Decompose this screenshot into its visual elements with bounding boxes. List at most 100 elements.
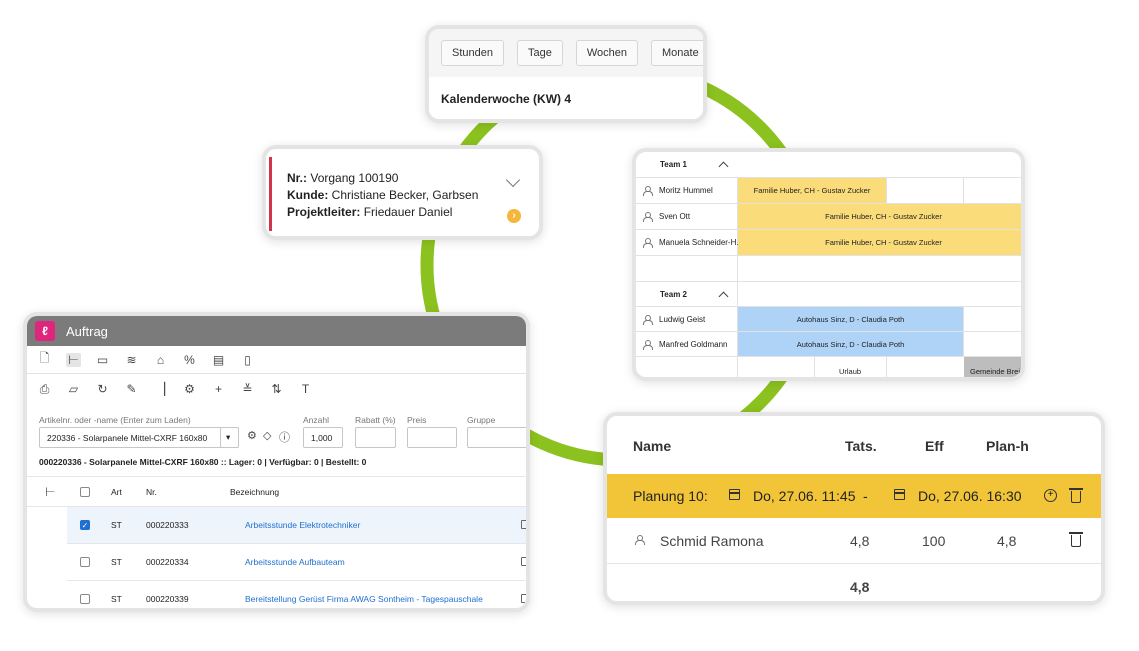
tab-toolbar: 🗋 ⊢ ▭ ≋ ⌂ % ▤ ▯ bbox=[27, 346, 526, 374]
person-icon bbox=[643, 212, 653, 222]
tree-structure-icon[interactable]: ⊢ bbox=[45, 485, 55, 499]
rabatt-label: Rabatt (%) bbox=[355, 415, 396, 425]
monate-button[interactable]: Monate bbox=[651, 40, 703, 66]
table-row[interactable]: ST 000220339 Bereitstellung Gerüst Firma… bbox=[67, 581, 526, 608]
kunde-label: Kunde: bbox=[287, 188, 329, 202]
urlaub-bar[interactable]: Urlaub bbox=[814, 364, 886, 377]
project-kunde: Kunde: Christiane Becker, Garbsen bbox=[287, 188, 478, 202]
person-name: Schmid Ramona bbox=[660, 533, 764, 549]
trash-icon[interactable] bbox=[1069, 488, 1083, 503]
sort-icon[interactable]: ⇅ bbox=[269, 382, 284, 396]
text-size-icon[interactable]: T bbox=[298, 382, 313, 396]
planning-row[interactable]: Planung 10: Do, 27.06. 11:45 - Do, 27.06… bbox=[607, 474, 1101, 518]
person-icon bbox=[643, 340, 653, 350]
pencil-icon[interactable]: ✎ bbox=[124, 382, 139, 396]
leiter-label: Projektleiter: bbox=[287, 205, 361, 219]
plus-icon[interactable]: + bbox=[211, 382, 226, 396]
person-name: Ludwig Geist bbox=[659, 315, 706, 324]
row-art: ST bbox=[111, 594, 122, 604]
add-circle-icon[interactable]: + bbox=[1044, 489, 1057, 502]
person-row: Schmid Ramona 4,8 100 4,8 bbox=[607, 518, 1101, 564]
select-all-checkbox[interactable] bbox=[80, 487, 90, 497]
table-row[interactable]: ST 000220334 Arbeitsstunde Aufbauteam bbox=[67, 544, 526, 581]
team2-header[interactable]: Team 2 bbox=[636, 282, 1021, 307]
box-icon[interactable]: ◇ bbox=[263, 429, 271, 442]
booking-bar[interactable]: Autohaus Sinz, D - Claudia Poth bbox=[738, 332, 963, 356]
gruppe-input[interactable] bbox=[467, 427, 526, 448]
row-checkbox[interactable]: ✓ bbox=[80, 520, 90, 530]
refresh-icon[interactable]: ↻ bbox=[95, 382, 110, 396]
table-row[interactable]: ✓ ST 000220333 Arbeitsstunde Elektrotech… bbox=[67, 507, 526, 544]
info-icon[interactable]: ⓘ bbox=[279, 429, 290, 445]
chevron-down-icon[interactable] bbox=[505, 172, 521, 188]
row-checkbox[interactable] bbox=[80, 557, 90, 567]
person-icon bbox=[643, 315, 653, 325]
file-text-icon[interactable]: ▤ bbox=[211, 353, 226, 367]
booking-bar[interactable]: Familie Huber, CH - Gustav Zucker bbox=[738, 230, 1021, 255]
team1-header[interactable]: Team 1 bbox=[636, 152, 1021, 178]
app-logo: ℓ bbox=[35, 321, 55, 341]
gruppe-label: Gruppe bbox=[467, 415, 496, 425]
edit-icon[interactable] bbox=[521, 594, 526, 603]
document-icon[interactable]: 🗋 bbox=[37, 349, 52, 370]
print-icon[interactable]: ⎙ bbox=[37, 382, 52, 397]
person-icon bbox=[635, 535, 645, 545]
team-scheduler-card: Team 1 Moritz Hummel Familie Huber, CH -… bbox=[632, 148, 1025, 381]
row-bezeichnung[interactable]: Bereitstellung Gerüst Firma AWAG Sonthei… bbox=[245, 594, 483, 604]
window-title: Auftrag bbox=[66, 323, 108, 339]
calendar-icon[interactable] bbox=[729, 489, 740, 500]
calendar-icon[interactable] bbox=[894, 489, 905, 500]
chevron-up-icon[interactable] bbox=[718, 161, 729, 172]
row-checkbox[interactable] bbox=[80, 594, 90, 604]
layers-icon[interactable]: ≚ bbox=[240, 382, 255, 396]
anzahl-input[interactable]: 1,000 bbox=[303, 427, 343, 448]
booking-bar[interactable]: Familie Huber, CH - Gustav Zucker bbox=[738, 204, 1021, 229]
rabatt-input[interactable] bbox=[355, 427, 396, 448]
person-eff: 100 bbox=[922, 533, 946, 549]
view-mode-toolbar: Stunden Tage Wochen Monate bbox=[429, 29, 703, 77]
row-bezeichnung[interactable]: Arbeitsstunde Elektrotechniker bbox=[245, 520, 360, 530]
plan-dash: - bbox=[863, 488, 868, 504]
sum-tats: 4,8 bbox=[850, 579, 870, 595]
gear-icon[interactable]: ⚙ bbox=[247, 429, 257, 442]
chevron-up-icon[interactable] bbox=[718, 291, 729, 302]
wochen-button[interactable]: Wochen bbox=[575, 40, 638, 66]
project-info-card[interactable]: Nr.: Vorgang 100190 Kunde: Christiane Be… bbox=[262, 145, 543, 240]
col-art[interactable]: Art bbox=[111, 487, 122, 497]
arrow-right-circle-icon[interactable]: › bbox=[507, 209, 521, 223]
thermometer-icon[interactable]: ▕ bbox=[153, 382, 168, 396]
contact-card-icon[interactable]: ▭ bbox=[95, 353, 110, 367]
trash-icon[interactable] bbox=[1069, 532, 1083, 547]
booking-bar[interactable]: Gemeinde Brei bbox=[964, 357, 1021, 377]
caret-down-icon[interactable]: ▾ bbox=[220, 427, 239, 448]
team1-label: Team 1 bbox=[660, 160, 687, 169]
col-nr[interactable]: Nr. bbox=[146, 487, 157, 497]
folder-icon[interactable]: ▱ bbox=[66, 382, 81, 396]
window-titlebar: ℓ Auftrag bbox=[27, 316, 526, 346]
stack-icon[interactable]: ≋ bbox=[124, 353, 139, 367]
edit-icon[interactable] bbox=[521, 557, 526, 566]
article-label: Artikelnr. oder -name (Enter zum Laden) bbox=[39, 415, 191, 425]
stunden-button[interactable]: Stunden bbox=[441, 40, 504, 66]
booking-bar[interactable]: Autohaus Sinz, D - Claudia Poth bbox=[738, 307, 963, 331]
kunde-value: Christiane Becker, Garbsen bbox=[331, 188, 479, 202]
file-currency-icon[interactable]: ▯ bbox=[240, 353, 255, 367]
row-nr: 000220333 bbox=[146, 520, 189, 530]
factory-icon[interactable]: ⌂ bbox=[153, 353, 168, 367]
plan-start[interactable]: Do, 27.06. 11:45 bbox=[753, 488, 855, 504]
schedule-row: Manfred Goldmann Autohaus Sinz, D - Clau… bbox=[636, 332, 1021, 357]
percent-icon[interactable]: % bbox=[182, 353, 197, 367]
tree-structure-icon[interactable]: ⊢ bbox=[66, 352, 81, 367]
nr-label: Nr.: bbox=[287, 171, 308, 185]
calendar-view-card: Stunden Tage Wochen Monate Kalenderwoche… bbox=[425, 25, 707, 123]
plan-end[interactable]: Do, 27.06. 16:30 bbox=[918, 488, 1022, 504]
row-art: ST bbox=[111, 557, 122, 567]
edit-icon[interactable] bbox=[521, 520, 526, 529]
article-input[interactable]: 220336 - Solarpanele Mittel-CXRF 160x80 bbox=[39, 427, 239, 448]
gear-icon[interactable]: ⚙ bbox=[182, 382, 197, 396]
tage-button[interactable]: Tage bbox=[516, 40, 563, 66]
preis-input[interactable] bbox=[407, 427, 457, 448]
row-bezeichnung[interactable]: Arbeitsstunde Aufbauteam bbox=[245, 557, 345, 567]
booking-bar[interactable]: Familie Huber, CH - Gustav Zucker bbox=[738, 178, 886, 203]
col-bezeichnung[interactable]: Bezeichnung bbox=[230, 487, 279, 497]
